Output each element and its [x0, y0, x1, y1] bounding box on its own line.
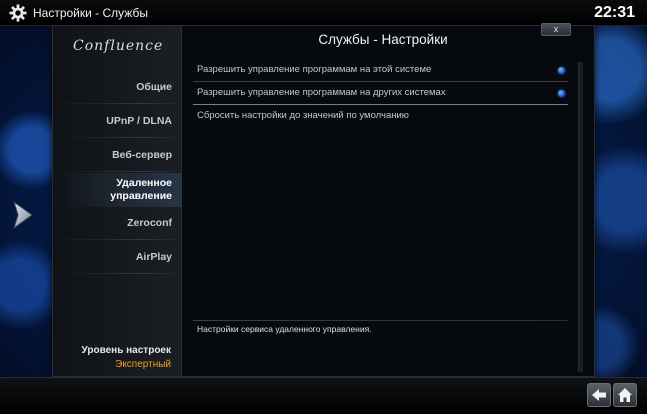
- sidebar-item-remote-control[interactable]: Удаленное управление: [53, 173, 182, 207]
- back-arrow-icon: [592, 389, 606, 401]
- back-button[interactable]: [587, 383, 611, 407]
- settings-level-value[interactable]: Экспертный: [115, 359, 171, 370]
- sidebar: Confluence Общие UPnP / DLNA Веб-сервер …: [53, 26, 182, 376]
- dialog-title: Службы - Настройки: [318, 32, 448, 47]
- home-icon: [618, 388, 632, 402]
- settings-dialog: Confluence Общие UPnP / DLNA Веб-сервер …: [52, 23, 595, 377]
- bottom-bar: [0, 377, 647, 414]
- logo: Confluence: [73, 38, 164, 54]
- setting-reset-defaults[interactable]: Сбросить настройки до значений по умолча…: [193, 105, 568, 128]
- setting-allow-local-control[interactable]: Разрешить управление программам на этой …: [193, 59, 568, 82]
- sidebar-item-general[interactable]: Общие: [53, 71, 182, 105]
- close-button[interactable]: x: [541, 23, 571, 36]
- sidebar-item-webserver[interactable]: Веб-сервер: [53, 139, 182, 173]
- setting-description: Настройки сервиса удаленного управления.: [197, 324, 372, 334]
- home-button[interactable]: [613, 383, 637, 407]
- description-divider: [193, 320, 568, 321]
- settings-level-label[interactable]: Уровень настроек: [82, 345, 171, 356]
- clock: 22:31: [594, 4, 635, 21]
- sidebar-item-upnp[interactable]: UPnP / DLNA: [53, 105, 182, 139]
- sidebar-menu: Общие UPnP / DLNA Веб-сервер Удаленное у…: [53, 71, 182, 275]
- setting-allow-remote-control[interactable]: Разрешить управление программам на други…: [193, 82, 568, 105]
- app-title: Настройки - Службы: [33, 6, 148, 20]
- settings-list: Разрешить управление программам на этой …: [193, 59, 568, 128]
- setting-label: Разрешить управление программам на этой …: [197, 64, 432, 75]
- setting-label: Разрешить управление программам на други…: [197, 87, 446, 98]
- sidebar-item-airplay[interactable]: AirPlay: [53, 241, 182, 275]
- sidebar-item-zeroconf[interactable]: Zeroconf: [53, 207, 182, 241]
- gear-icon: [9, 4, 27, 22]
- setting-label: Сбросить настройки до значений по умолча…: [197, 110, 409, 121]
- radio-on-icon[interactable]: [558, 90, 565, 97]
- scrollbar[interactable]: [578, 62, 583, 372]
- radio-on-icon[interactable]: [558, 67, 565, 74]
- pointer-arrow-icon[interactable]: [12, 200, 34, 230]
